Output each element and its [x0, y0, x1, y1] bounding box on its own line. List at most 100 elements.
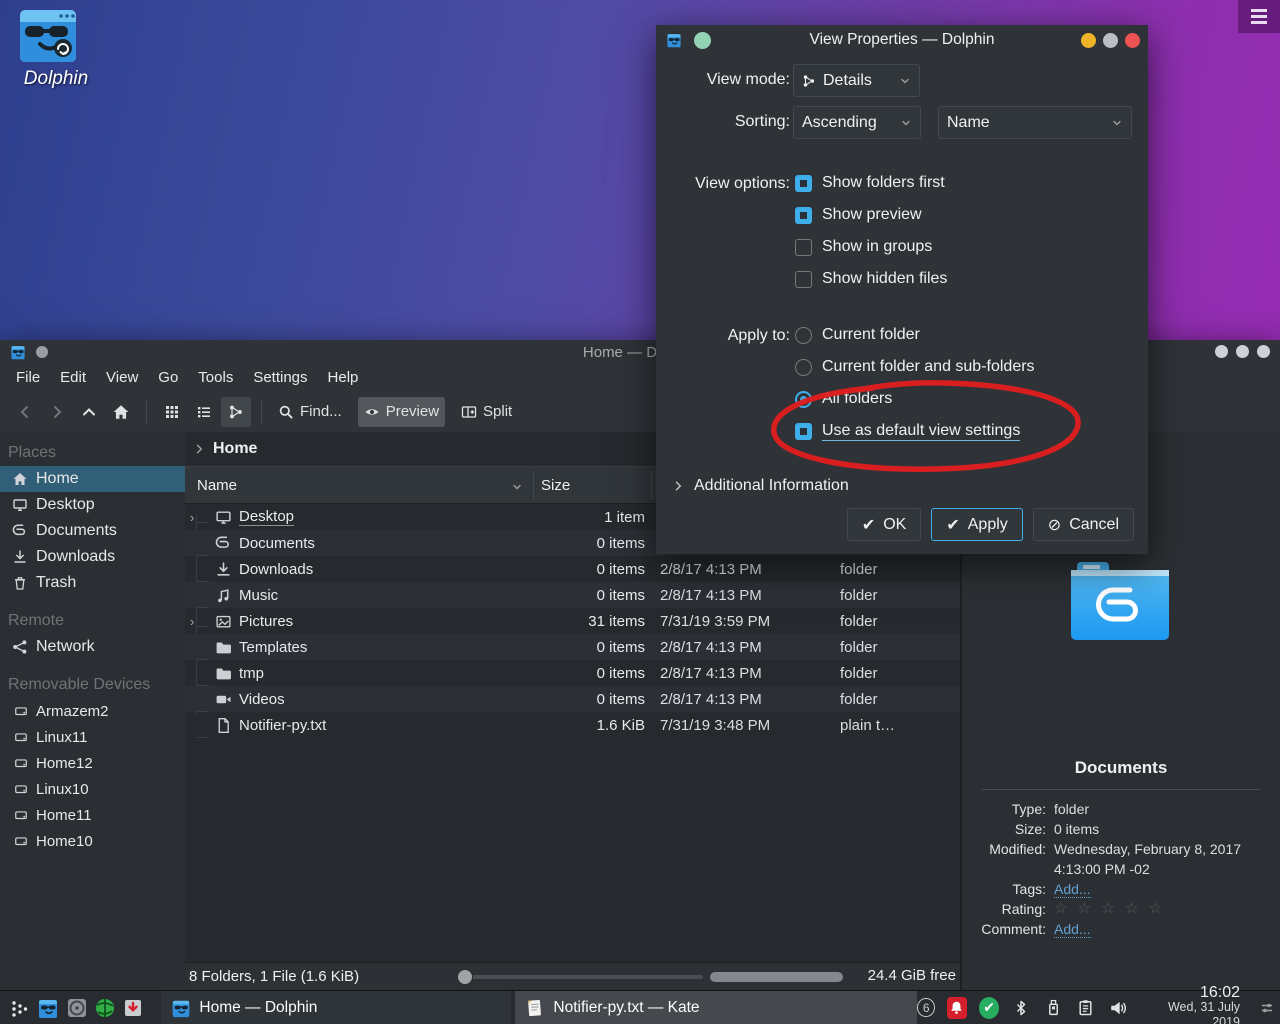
- radio-icon[interactable]: [795, 327, 812, 344]
- compact-view-button[interactable]: [189, 397, 219, 427]
- desktop-toolbox-button[interactable]: [1238, 0, 1280, 33]
- menu-file[interactable]: File: [6, 365, 50, 390]
- file-name[interactable]: Notifier-py.txt: [239, 717, 326, 734]
- zoom-slider[interactable]: [457, 969, 703, 985]
- volume-icon[interactable]: [1107, 997, 1127, 1019]
- home-button[interactable]: [106, 397, 136, 427]
- sidebar-item-linux11[interactable]: Linux11: [0, 724, 185, 750]
- file-name[interactable]: Templates: [239, 639, 307, 656]
- up-button[interactable]: [74, 397, 104, 427]
- apply-option-all-folders[interactable]: All folders: [795, 388, 892, 410]
- sorting-by-select[interactable]: Name: [938, 106, 1132, 139]
- menu-edit[interactable]: Edit: [50, 365, 96, 390]
- apply-option-current-folder-and-sub-folders[interactable]: Current folder and sub-folders: [795, 356, 1035, 378]
- table-row[interactable]: Notifier-py.txt1.6 KiB7/31/19 3:48 PMpla…: [185, 712, 960, 738]
- split-button[interactable]: Split: [455, 397, 518, 427]
- column-header-size[interactable]: Size: [541, 477, 570, 494]
- tags-add-link[interactable]: Add...: [1054, 881, 1091, 898]
- view-option-show-hidden-files[interactable]: Show hidden files: [795, 268, 947, 290]
- column-divider[interactable]: [533, 471, 534, 499]
- panel-expander-icon[interactable]: [1260, 1001, 1274, 1015]
- column-header-name[interactable]: Name: [185, 477, 237, 494]
- menu-help[interactable]: Help: [318, 365, 369, 390]
- taskbar-task-1[interactable]: Home — Dolphin: [161, 991, 511, 1024]
- sidebar-item-network[interactable]: Network: [0, 634, 185, 660]
- table-row[interactable]: ›Pictures31 items7/31/19 3:59 PMfolder: [185, 608, 960, 634]
- icons-view-button[interactable]: [157, 397, 187, 427]
- comment-add-link[interactable]: Add...: [1054, 921, 1091, 938]
- dolphin-launcher-button[interactable]: [34, 993, 62, 1023]
- view-option-show-preview[interactable]: Show preview: [795, 204, 922, 226]
- file-name[interactable]: tmp: [239, 665, 264, 682]
- breadcrumb-home[interactable]: Home: [213, 440, 257, 458]
- disc-app-button[interactable]: [63, 993, 91, 1023]
- menu-go[interactable]: Go: [148, 365, 188, 390]
- checkbox-checked-icon[interactable]: [795, 423, 812, 440]
- dialog-titlebar[interactable]: View Properties — Dolphin: [656, 25, 1148, 55]
- sidebar-item-downloads[interactable]: Downloads: [0, 544, 185, 570]
- tray-badge-count[interactable]: 6: [917, 998, 935, 1017]
- file-name[interactable]: Videos: [239, 691, 285, 708]
- view-mode-select[interactable]: Details: [793, 64, 920, 97]
- menu-tools[interactable]: Tools: [188, 365, 243, 390]
- updates-check-icon[interactable]: ✔: [979, 997, 999, 1019]
- maximize-button[interactable]: [1236, 345, 1249, 358]
- view-option-show-folders-first[interactable]: Show folders first: [795, 172, 945, 194]
- ok-button[interactable]: ✔OK: [847, 508, 922, 541]
- close-button[interactable]: [1125, 33, 1140, 48]
- marble-app-button[interactable]: [91, 993, 119, 1023]
- file-name[interactable]: Music: [239, 587, 278, 604]
- maximize-button[interactable]: [1103, 33, 1118, 48]
- radio-selected-icon[interactable]: [795, 391, 812, 408]
- checkbox-checked-icon[interactable]: [795, 175, 812, 192]
- minimize-button[interactable]: [1081, 33, 1096, 48]
- back-button[interactable]: [10, 397, 40, 427]
- table-row[interactable]: Downloads0 items2/8/17 4:13 PMfolder: [185, 556, 960, 582]
- sidebar-item-trash[interactable]: Trash: [0, 570, 185, 596]
- radio-icon[interactable]: [795, 359, 812, 376]
- cancel-button[interactable]: ⊘Cancel: [1033, 508, 1134, 541]
- removable-device-icon[interactable]: [1043, 997, 1063, 1019]
- column-divider[interactable]: [651, 471, 652, 499]
- expand-chevron-icon[interactable]: ›: [185, 614, 215, 629]
- preview-button[interactable]: Preview: [358, 397, 445, 427]
- sidebar-item-home[interactable]: Home: [0, 466, 185, 492]
- apply-option-current-folder[interactable]: Current folder: [795, 324, 920, 346]
- sorting-order-select[interactable]: Ascending: [793, 106, 921, 139]
- menu-settings[interactable]: Settings: [243, 365, 317, 390]
- checkbox-unchecked-icon[interactable]: [795, 271, 812, 288]
- notifications-bell-icon[interactable]: [947, 997, 967, 1019]
- rating-stars[interactable]: ☆ ☆ ☆ ☆ ☆: [1054, 899, 1266, 919]
- bluetooth-icon[interactable]: [1011, 997, 1031, 1019]
- find-button[interactable]: Find...: [272, 397, 348, 427]
- minimize-button[interactable]: [1215, 345, 1228, 358]
- menu-view[interactable]: View: [96, 365, 148, 390]
- sidebar-item-armazem2[interactable]: Armazem2: [0, 698, 185, 724]
- package-app-button[interactable]: [119, 993, 147, 1023]
- sidebar-item-linux10[interactable]: Linux10: [0, 776, 185, 802]
- file-name[interactable]: Pictures: [239, 613, 293, 630]
- file-name[interactable]: Documents: [239, 535, 315, 552]
- table-row[interactable]: Videos0 items2/8/17 4:13 PMfolder: [185, 686, 960, 712]
- close-button[interactable]: [1257, 345, 1270, 358]
- details-view-button[interactable]: [221, 397, 251, 427]
- zoom-slider-track[interactable]: [467, 975, 703, 979]
- view-option-show-in-groups[interactable]: Show in groups: [795, 236, 932, 258]
- sidebar-item-home12[interactable]: Home12: [0, 750, 185, 776]
- taskbar-task-2[interactable]: Notifier-py.txt — Kate: [515, 991, 917, 1024]
- file-name[interactable]: Desktop: [239, 508, 294, 526]
- sidebar-item-home10[interactable]: Home10: [0, 828, 185, 854]
- sidebar-item-desktop[interactable]: Desktop: [0, 492, 185, 518]
- checkbox-unchecked-icon[interactable]: [795, 239, 812, 256]
- sidebar-item-home11[interactable]: Home11: [0, 802, 185, 828]
- clipboard-icon[interactable]: [1075, 997, 1095, 1019]
- table-row[interactable]: Templates0 items2/8/17 4:13 PMfolder: [185, 634, 960, 660]
- sidebar-item-documents[interactable]: Documents: [0, 518, 185, 544]
- app-launcher-button[interactable]: [6, 993, 34, 1023]
- table-row[interactable]: tmp0 items2/8/17 4:13 PMfolder: [185, 660, 960, 686]
- checkbox-checked-icon[interactable]: [795, 207, 812, 224]
- additional-information-expander[interactable]: Additional Information: [672, 477, 849, 495]
- clock[interactable]: 16:02 Wed, 31 July 2019: [1146, 985, 1240, 1024]
- expand-chevron-icon[interactable]: ›: [185, 510, 215, 525]
- desktop-shortcut-dolphin[interactable]: Dolphin: [16, 8, 96, 90]
